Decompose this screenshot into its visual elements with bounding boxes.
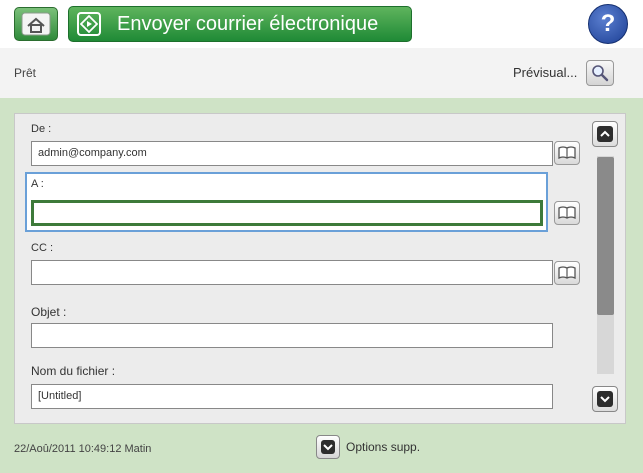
scrollbar-thumb[interactable] [597,157,614,315]
from-address-book-button[interactable] [554,141,580,165]
more-options-button[interactable] [316,435,340,459]
start-diamond-icon [77,12,101,36]
title-bar: Envoyer courrier électronique ? [0,0,643,48]
home-icon [21,12,51,36]
chevron-up-icon [597,126,613,142]
email-form-panel: De : admin@company.com A : CC : Objet : … [14,113,626,424]
scroll-up-button[interactable] [592,121,618,147]
page-title-banner: Envoyer courrier électronique [68,6,412,42]
status-bar: Prêt Prévisual... [0,48,643,98]
to-address-book-button[interactable] [554,201,580,225]
more-options-label[interactable]: Options supp. [346,440,420,454]
preview-button[interactable] [586,60,614,86]
preview-label[interactable]: Prévisual... [513,65,577,80]
chevron-down-icon [597,391,613,407]
help-icon: ? [600,10,616,37]
cc-address-book-button[interactable] [554,261,580,285]
home-button[interactable] [14,7,58,41]
to-field[interactable] [31,200,543,226]
chevron-down-icon [321,440,335,454]
magnifier-icon [592,65,609,82]
datetime-text: 22/Aoû/2011 10:49:12 Matin [14,443,152,455]
from-label: De : [31,123,52,135]
cc-label: CC : [31,242,53,254]
bottom-bar: 22/Aoû/2011 10:49:12 Matin Options supp. [0,428,643,473]
cc-field[interactable] [31,260,553,285]
filename-label: Nom du fichier : [31,364,116,378]
subject-field[interactable] [31,323,553,348]
status-text: Prêt [14,66,37,80]
help-button[interactable]: ? [588,4,628,44]
address-book-icon [558,146,576,160]
from-field[interactable]: admin@company.com [31,141,553,166]
page-title: Envoyer courrier électronique [117,13,379,35]
address-book-icon [558,266,576,280]
address-book-icon [558,206,576,220]
subject-label: Objet : [31,305,67,319]
scroll-down-button[interactable] [592,386,618,412]
to-label: A : [31,178,44,190]
filename-field[interactable]: [Untitled] [31,384,553,409]
